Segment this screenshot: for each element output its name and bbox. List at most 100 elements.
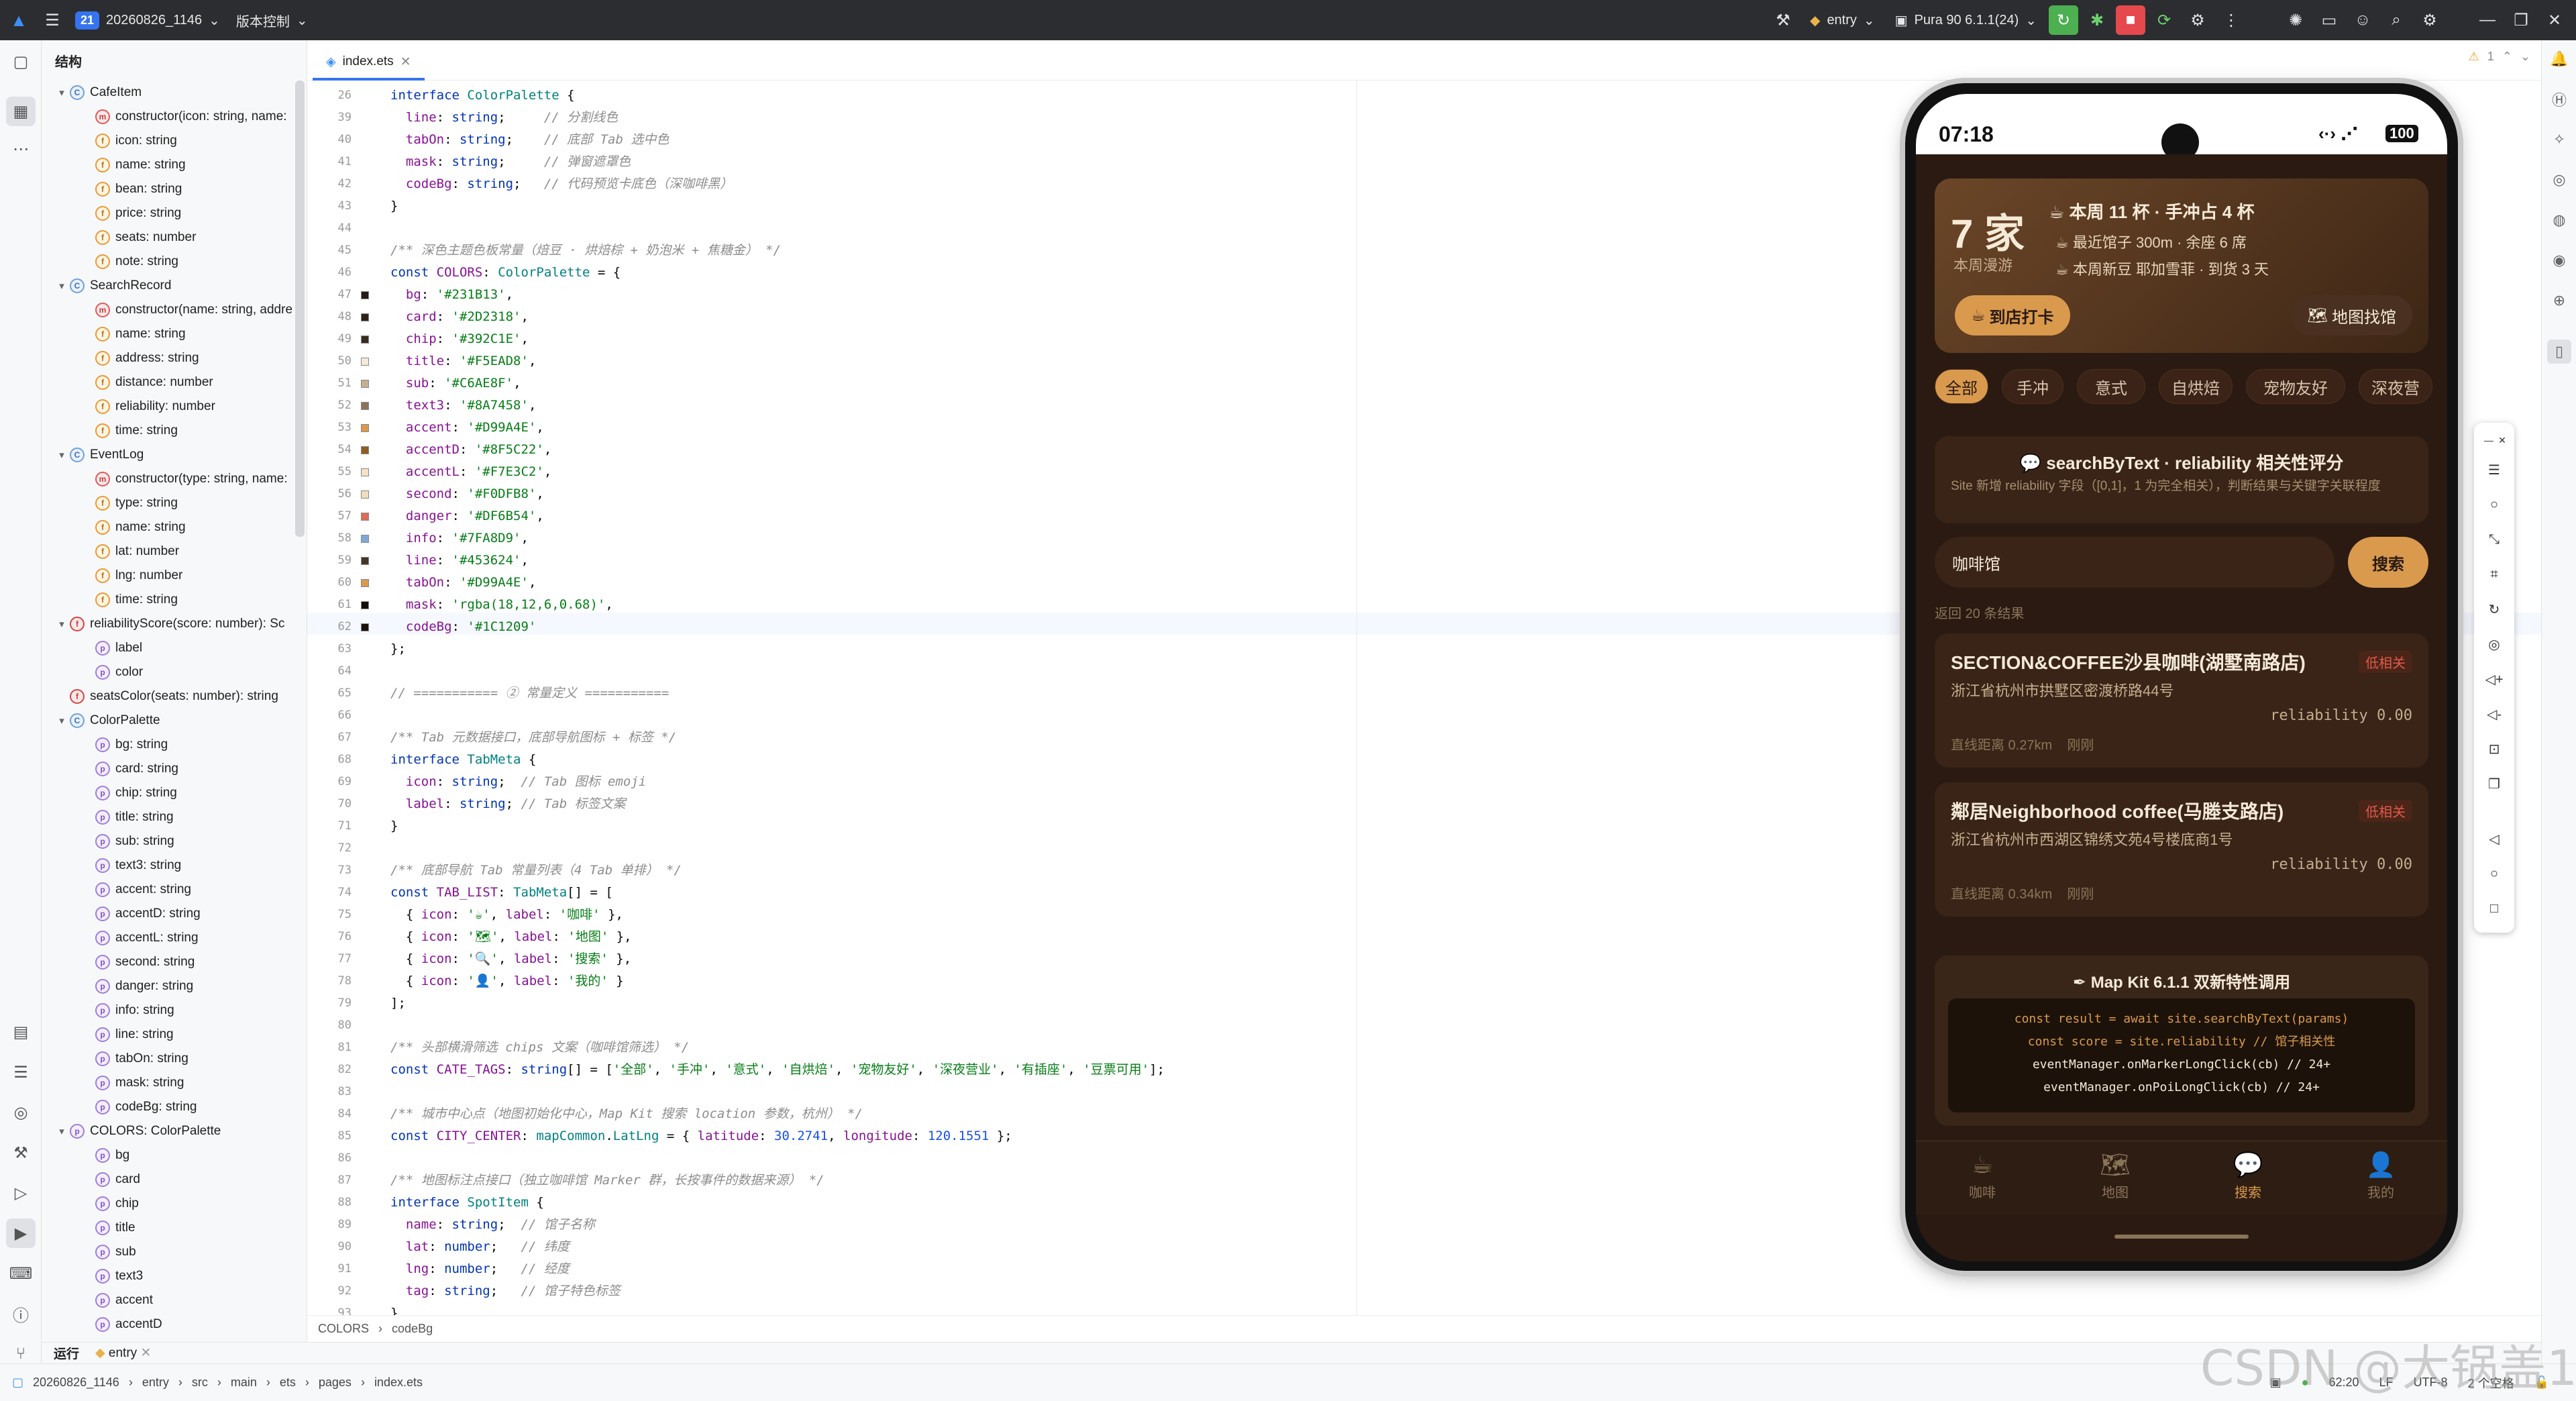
structure-tree-item[interactable]: f time: string (79, 588, 178, 612)
code-line[interactable]: { icon: '☕', label: '咖啡' }, (390, 904, 623, 926)
menu-icon[interactable]: ☰ (2482, 458, 2506, 482)
code-line[interactable]: } (390, 195, 398, 217)
structure-tree-item[interactable]: p title: string (79, 805, 174, 829)
color-swatch-icon[interactable] (361, 557, 369, 565)
structure-tree-item[interactable]: p card: string (79, 757, 178, 781)
code-line[interactable]: codeBg: '#1C1209' (390, 616, 536, 638)
result-card[interactable]: 鄰居Neighborhood coffee(马塍支路店) 低相关 浙江省杭州市西湖区… (1935, 782, 2428, 917)
code-line[interactable]: lat: number; // 纬度 (390, 1236, 570, 1258)
project-selector[interactable]: 21 20260826_1146 ⌄ (67, 0, 228, 40)
color-swatch-icon[interactable] (361, 579, 369, 587)
more-options-icon[interactable]: ⋮ (2216, 5, 2246, 35)
structure-tree-item[interactable]: f name: string (79, 515, 186, 539)
settings-gear-icon[interactable]: ⚙ (2415, 5, 2445, 35)
module-selector[interactable]: ◆ entry ⌄ (1802, 0, 1883, 40)
main-menu-icon[interactable]: ☰ (38, 5, 67, 35)
build-hammer-icon[interactable]: ⚒ (1768, 5, 1798, 35)
code-line[interactable]: lng: number; // 经度 (390, 1258, 570, 1280)
profiler-icon[interactable]: ◎ (6, 1098, 36, 1127)
path-segment[interactable]: src (192, 1376, 208, 1390)
copy-icon[interactable]: ❐ (2482, 772, 2506, 796)
power-icon[interactable]: ○ (2482, 492, 2506, 517)
checkin-button[interactable]: ☕ 到店打卡 (1955, 295, 2070, 335)
tab-search[interactable]: 💬 搜索 (2182, 1151, 2314, 1201)
structure-tree-item[interactable]: f lat: number (79, 539, 179, 564)
tab-close-icon[interactable]: ✕ (400, 54, 411, 70)
structure-tree-item[interactable]: f note: string (79, 250, 178, 274)
structure-tree-item[interactable]: p title (79, 1216, 136, 1240)
code-line[interactable]: ]; (390, 992, 406, 1015)
code-line[interactable]: const TAB_LIST: TabMeta[] = [ (390, 882, 613, 904)
search-icon[interactable]: ⌕ (2381, 5, 2411, 35)
code-line[interactable]: name: string; // 馆子名称 (390, 1214, 595, 1236)
structure-tree-item[interactable]: f bean: string (79, 177, 182, 201)
structure-tree-item[interactable]: p info: string (79, 998, 174, 1023)
color-swatch-icon[interactable] (361, 623, 369, 631)
volume-up-icon[interactable]: ◁+ (2482, 667, 2506, 691)
structure-tree-item[interactable]: f name: string (79, 322, 186, 346)
services-icon[interactable]: ▷ (6, 1178, 36, 1208)
code-line[interactable]: bg: '#231B13', (390, 284, 513, 306)
code-line[interactable]: tabOn: '#D99A4E', (390, 572, 537, 594)
color-swatch-icon[interactable] (361, 490, 369, 499)
structure-tree-item[interactable]: f type: string (79, 491, 178, 515)
structure-tree-item[interactable]: f time: string (79, 419, 178, 443)
apply-changes-icon[interactable]: ⟳ (2149, 5, 2179, 35)
close-icon[interactable]: ✕ (140, 1346, 151, 1360)
terminal-prompt-icon[interactable]: ⌨ (6, 1259, 36, 1288)
more-tools-icon[interactable]: ⋯ (6, 134, 36, 164)
tab-mine[interactable]: 👤 我的 (2314, 1151, 2447, 1201)
structure-tree-item[interactable]: p color (79, 660, 143, 684)
code-line[interactable]: /** 底部导航 Tab 常量列表（4 Tab 单排） */ (390, 860, 682, 882)
structure-tree-item[interactable]: m constructor(icon: string, name: (79, 105, 287, 129)
crop-icon[interactable]: ⌗ (2482, 562, 2506, 586)
structure-tree-item[interactable]: p label (79, 636, 142, 660)
structure-tree-item[interactable]: p accent (79, 1288, 153, 1312)
structure-tree-item[interactable]: p text3: string (79, 853, 181, 878)
structure-tree-item[interactable]: p card (79, 1168, 140, 1192)
code-line[interactable]: interface SpotItem { (390, 1192, 544, 1214)
structure-tree-item[interactable]: p sub (79, 1240, 136, 1264)
expand-arrow-icon[interactable]: ▾ (54, 618, 70, 630)
filter-chip[interactable]: 自烘焙 (2159, 369, 2233, 404)
structure-tree-item[interactable]: ▾ p COLORS: ColorPalette (54, 1119, 221, 1143)
code-line[interactable]: mask: 'rgba(18,12,6,0.68)', (390, 594, 613, 616)
code-line[interactable]: const CITY_CENTER: mapCommon.LatLng = { … (390, 1125, 1012, 1147)
structure-tree-item[interactable]: ▾ C ColorPalette (54, 709, 160, 733)
code-line[interactable]: { icon: '🗺', label: '地图' }, (390, 926, 632, 948)
debug-icon[interactable]: ✱ (2082, 5, 2112, 35)
structure-tree-item[interactable]: p danger: string (79, 974, 193, 998)
path-segment[interactable]: main (231, 1376, 257, 1390)
code-line[interactable]: chip: '#392C1E', (390, 328, 529, 350)
code-line[interactable]: // =========== ② 常量定义 =========== (390, 682, 669, 705)
structure-tree-item[interactable]: f seatsColor(seats: number): string (54, 684, 278, 709)
structure-tree-item[interactable]: p chip: string (79, 781, 177, 805)
chevron-down-icon[interactable]: ⌄ (2520, 50, 2530, 64)
structure-tree-item[interactable]: m constructor(type: string, name: (79, 467, 288, 491)
structure-tree-item[interactable]: f icon: string (79, 129, 177, 153)
maximize-icon[interactable]: ❐ (2506, 5, 2536, 35)
previewer-icon[interactable]: ◉ (2547, 248, 2571, 272)
inspector-icon[interactable]: ⊕ (2547, 289, 2571, 313)
run-label[interactable]: 运行 (54, 1344, 79, 1362)
codelinter-icon[interactable]: ◎ (2547, 168, 2571, 192)
rotate-icon[interactable]: ↻ (2482, 597, 2506, 621)
color-swatch-icon[interactable] (361, 380, 369, 388)
code-line[interactable]: text3: '#8A7458', (390, 395, 537, 417)
color-swatch-icon[interactable] (361, 402, 369, 410)
minimize-icon[interactable]: — (2473, 5, 2502, 35)
path-segment[interactable]: ets (280, 1376, 296, 1390)
color-swatch-icon[interactable] (361, 535, 369, 543)
database-icon[interactable]: ◍ (2547, 208, 2571, 232)
structure-tree-item[interactable]: p text3 (79, 1264, 143, 1288)
code-line[interactable]: title: '#F5EAD8', (390, 350, 537, 372)
run-tool-icon[interactable]: ▶ (6, 1218, 36, 1248)
structure-tree-item[interactable]: f name: string (79, 153, 186, 177)
structure-scrollbar[interactable] (295, 81, 305, 537)
structure-tree-item[interactable]: ▾ C CafeItem (54, 81, 142, 105)
tab-index-ets[interactable]: ◈ index.ets ✕ (313, 46, 425, 81)
filter-chip[interactable]: 手冲 (2002, 369, 2063, 404)
structure-tree-item[interactable]: p tabOn: string (79, 1047, 189, 1071)
structure-tree-item[interactable]: f reliability: number (79, 395, 215, 419)
color-swatch-icon[interactable] (361, 601, 369, 609)
